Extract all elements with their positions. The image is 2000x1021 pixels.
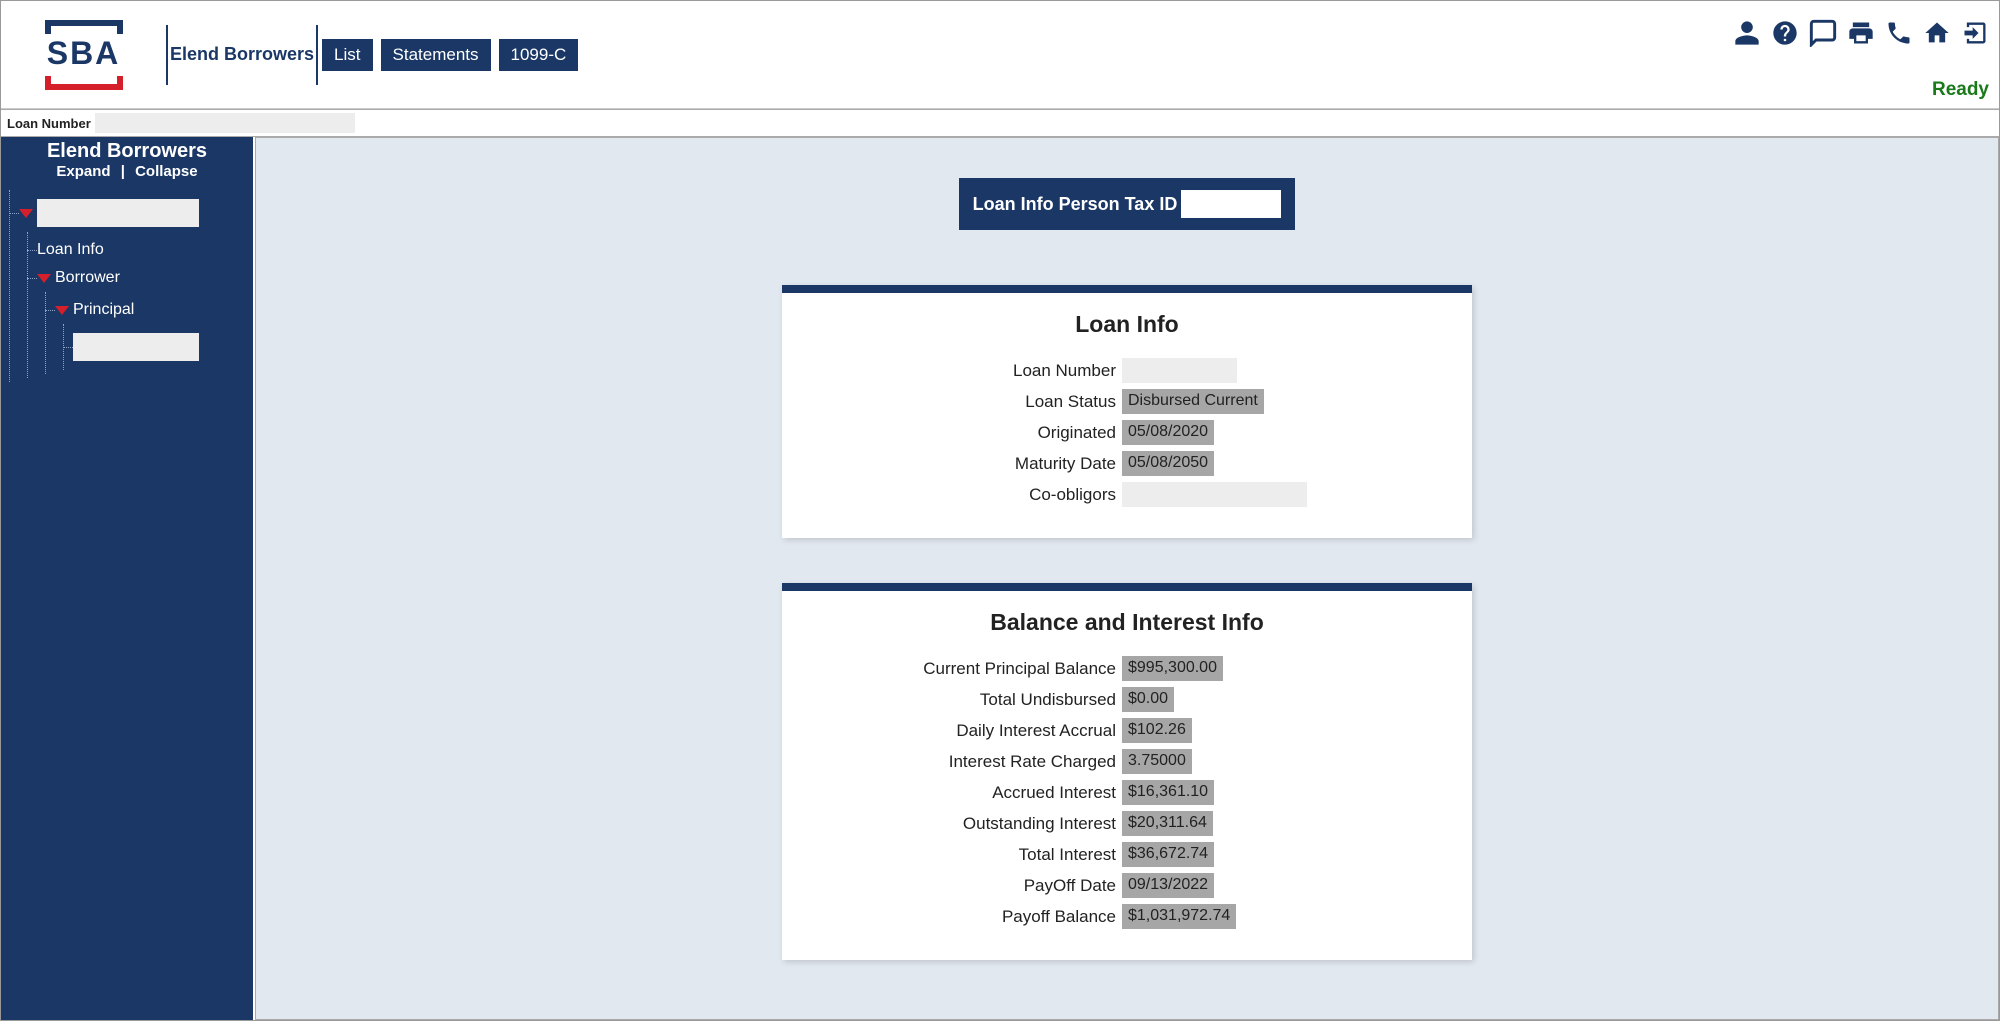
logout-icon[interactable]: [1961, 19, 1989, 47]
subheader: Loan Number: [1, 109, 1999, 137]
total-interest-label: Total Interest: [807, 845, 1122, 865]
sidebar-title: Elend Borrowers: [1, 137, 253, 163]
help-icon[interactable]: [1771, 19, 1799, 47]
list-button[interactable]: List: [322, 39, 372, 71]
payoff-date-label: PayOff Date: [807, 876, 1122, 896]
content-area: Loan Info Person Tax ID Loan Info Loan N…: [255, 137, 1999, 1020]
1099c-button[interactable]: 1099-C: [499, 39, 579, 71]
payoff-date-value: 09/13/2022: [1122, 873, 1214, 898]
banner-label: Loan Info Person Tax ID: [973, 194, 1178, 215]
user-icon[interactable]: [1733, 19, 1761, 47]
nav-section: Elend Borrowers List Statements 1099-C: [166, 25, 586, 85]
outstanding-interest-label: Outstanding Interest: [807, 814, 1122, 834]
daily-interest-value: $102.26: [1122, 718, 1192, 743]
originated-value: 05/08/2020: [1122, 420, 1214, 445]
separator: |: [121, 163, 125, 180]
loan-number-value: [1122, 358, 1237, 383]
expand-icon: [55, 306, 69, 315]
co-obligors-value: [1122, 482, 1307, 507]
expand-icon: [37, 274, 51, 283]
loan-number-label: Loan Number: [1, 116, 95, 131]
rate-charged-value: 3.75000: [1122, 749, 1192, 774]
co-obligors-label: Co-obligors: [807, 485, 1122, 505]
header: SBA Elend Borrowers List Statements 1099…: [1, 1, 1999, 109]
tree: Loan Info Borrower Principal: [1, 190, 253, 382]
payoff-balance-label: Payoff Balance: [807, 907, 1122, 927]
maturity-date-value: 05/08/2050: [1122, 451, 1214, 476]
tree-loan-info[interactable]: Loan Info: [37, 236, 253, 264]
print-icon[interactable]: [1847, 19, 1875, 47]
tree-leaf[interactable]: [73, 328, 253, 366]
accrued-interest-value: $16,361.10: [1122, 780, 1214, 805]
chat-icon[interactable]: [1809, 19, 1837, 47]
current-principal-label: Current Principal Balance: [807, 659, 1122, 679]
sidebar: Elend Borrowers Expand | Collapse Loan I…: [1, 137, 253, 1020]
loan-number-label: Loan Number: [807, 361, 1122, 381]
header-icons: [1733, 19, 1989, 47]
main: Elend Borrowers Expand | Collapse Loan I…: [1, 137, 1999, 1020]
current-principal-value: $995,300.00: [1122, 656, 1223, 681]
daily-interest-label: Daily Interest Accrual: [807, 721, 1122, 741]
total-interest-value: $36,672.74: [1122, 842, 1214, 867]
outstanding-interest-value: $20,311.64: [1122, 811, 1213, 836]
sba-logo: SBA: [41, 20, 126, 90]
loan-info-card: Loan Info Loan Number Loan Status Disbur…: [782, 285, 1472, 538]
tree-root-box: [37, 199, 199, 227]
total-undisbursed-value: $0.00: [1122, 687, 1174, 712]
collapse-link[interactable]: Collapse: [135, 163, 198, 180]
balance-info-title: Balance and Interest Info: [807, 609, 1447, 636]
tree-leaf-box: [73, 333, 199, 361]
loan-status-label: Loan Status: [807, 392, 1122, 412]
expand-icon: [19, 209, 33, 218]
payoff-balance-value: $1,031,972.74: [1122, 904, 1236, 929]
nav-title: Elend Borrowers: [170, 25, 318, 85]
loan-info-title: Loan Info: [807, 311, 1447, 338]
maturity-date-label: Maturity Date: [807, 454, 1122, 474]
banner-taxid-box: [1181, 190, 1281, 218]
rate-charged-label: Interest Rate Charged: [807, 752, 1122, 772]
status-ready: Ready: [1932, 79, 1989, 101]
loan-number-input[interactable]: [95, 113, 355, 133]
loan-status-value: Disbursed Current: [1122, 389, 1264, 414]
loan-info-banner: Loan Info Person Tax ID: [959, 178, 1296, 230]
expand-link[interactable]: Expand: [56, 163, 110, 180]
tree-borrower[interactable]: Borrower: [37, 264, 253, 292]
accrued-interest-label: Accrued Interest: [807, 783, 1122, 803]
total-undisbursed-label: Total Undisbursed: [807, 690, 1122, 710]
statements-button[interactable]: Statements: [381, 39, 491, 71]
tree-principal[interactable]: Principal: [55, 296, 253, 324]
phone-icon[interactable]: [1885, 19, 1913, 47]
originated-label: Originated: [807, 423, 1122, 443]
home-icon[interactable]: [1923, 19, 1951, 47]
balance-info-card: Balance and Interest Info Current Princi…: [782, 583, 1472, 960]
tree-root[interactable]: [19, 194, 253, 232]
